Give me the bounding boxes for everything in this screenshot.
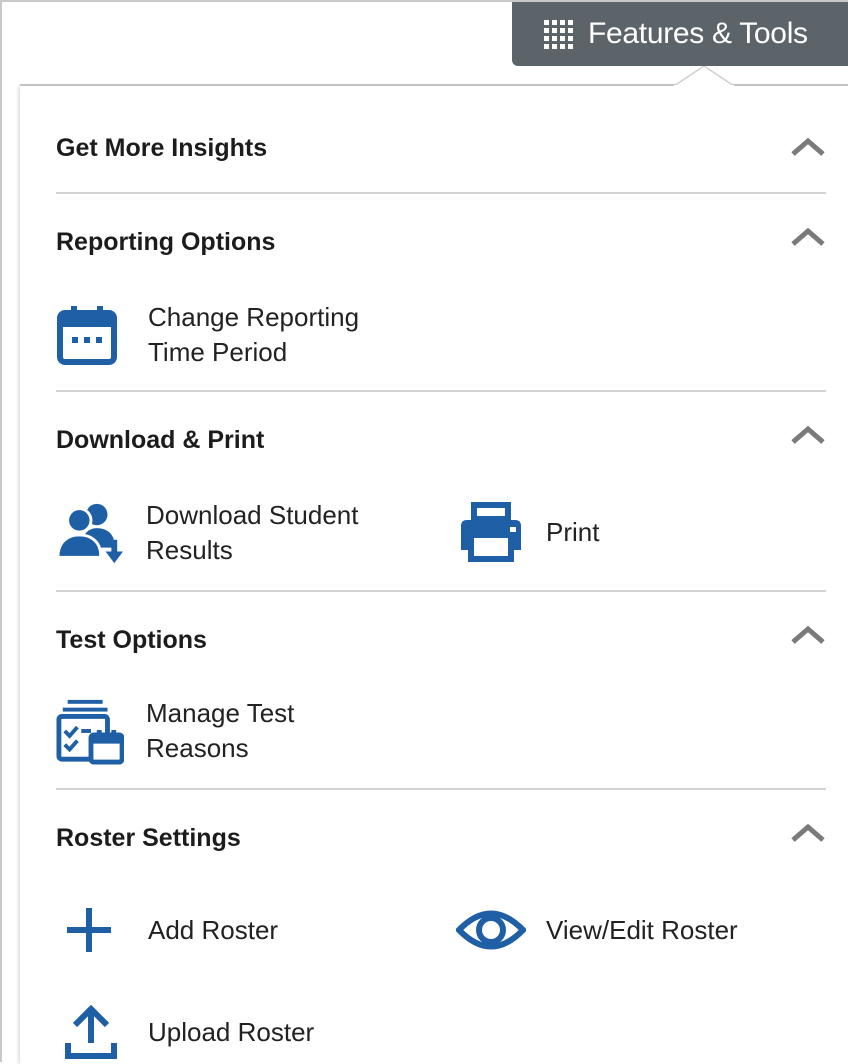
chevron-up-icon[interactable] bbox=[790, 424, 826, 446]
chevron-up-icon[interactable] bbox=[790, 822, 826, 844]
change-reporting-period-button[interactable]: Change Reporting Time Period bbox=[56, 300, 359, 370]
section-divider bbox=[56, 788, 826, 790]
manage-test-reasons-button[interactable]: Manage Test Reasons bbox=[56, 696, 294, 766]
printer-icon bbox=[458, 502, 524, 562]
view-edit-roster-label: View/Edit Roster bbox=[546, 914, 738, 945]
download-label-line1: Download Student bbox=[146, 500, 359, 530]
plus-icon bbox=[64, 900, 120, 960]
section-title-reporting: Reporting Options bbox=[56, 228, 276, 256]
chevron-up-icon[interactable] bbox=[790, 624, 826, 646]
section-divider bbox=[56, 390, 826, 392]
section-title-insights: Get More Insights bbox=[56, 134, 268, 162]
calendar-icon bbox=[56, 305, 124, 365]
grid-dots-icon bbox=[544, 20, 573, 49]
download-users-icon bbox=[56, 503, 124, 564]
section-title-roster: Roster Settings bbox=[56, 824, 241, 852]
section-divider bbox=[56, 590, 826, 592]
print-button[interactable]: Print bbox=[458, 502, 599, 562]
panel-pointer bbox=[674, 65, 734, 88]
add-roster-button[interactable]: Add Roster bbox=[64, 900, 278, 960]
manage-label-line1: Manage Test bbox=[146, 698, 295, 728]
features-tools-tab[interactable]: Features & Tools bbox=[512, 2, 848, 66]
eye-icon bbox=[456, 900, 526, 960]
section-reporting-options: Reporting Options bbox=[56, 224, 826, 264]
section-title-test: Test Options bbox=[56, 626, 207, 654]
download-label-line2: Results bbox=[146, 535, 233, 565]
chevron-up-icon[interactable] bbox=[790, 226, 826, 248]
section-test-options: Test Options bbox=[56, 622, 826, 662]
print-label: Print bbox=[546, 516, 600, 547]
change-period-label-line2: Time Period bbox=[148, 337, 288, 367]
upload-roster-label: Upload Roster bbox=[148, 1016, 315, 1047]
manage-label-line2: Reasons bbox=[146, 733, 249, 763]
view-edit-roster-button[interactable]: View/Edit Roster bbox=[456, 900, 738, 960]
features-tools-window: Features & Tools Get More Insights Repor… bbox=[0, 0, 848, 1064]
chevron-up-icon[interactable] bbox=[790, 136, 826, 158]
section-download-print: Download & Print bbox=[56, 422, 826, 462]
change-period-label-line1: Change Reporting bbox=[148, 302, 360, 332]
features-tools-label: Features & Tools bbox=[588, 17, 808, 50]
section-roster-settings: Roster Settings bbox=[56, 820, 826, 860]
section-get-more-insights: Get More Insights bbox=[56, 130, 826, 170]
upload-icon bbox=[64, 1002, 120, 1062]
add-roster-label: Add Roster bbox=[148, 914, 279, 945]
section-divider bbox=[56, 192, 826, 194]
manage-reasons-icon bbox=[56, 699, 124, 765]
download-student-results-button[interactable]: Download Student Results bbox=[56, 498, 358, 568]
upload-roster-button[interactable]: Upload Roster bbox=[64, 1002, 314, 1062]
section-title-download: Download & Print bbox=[56, 426, 265, 454]
